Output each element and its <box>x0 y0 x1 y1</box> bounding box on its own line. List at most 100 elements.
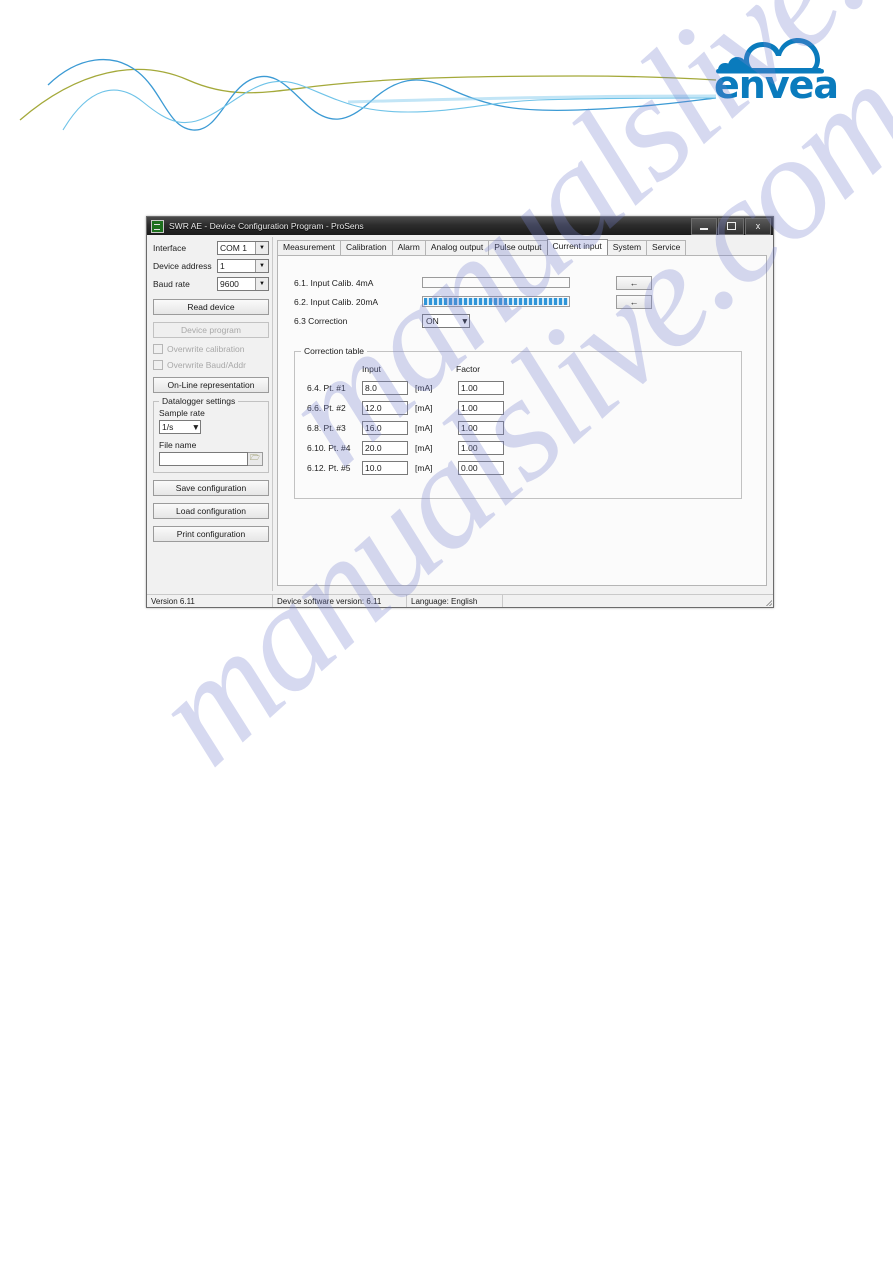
interface-label: Interface <box>153 243 187 253</box>
window-body: Interface COM 1 ▼ Device address 1 ▼ Bau… <box>147 235 773 591</box>
resize-grip-icon[interactable] <box>764 598 772 606</box>
chevron-down-icon: ▼ <box>255 278 268 290</box>
arrow-left-icon: ← <box>629 277 639 288</box>
point-1-unit: [mA] <box>415 383 433 393</box>
point-5-label: 6.12. Pt. #5 <box>307 463 351 473</box>
status-empty-cell <box>503 595 773 607</box>
table-row: 6.10. Pt. #4 20.0 [mA] 1.00 <box>307 438 741 458</box>
table-row: 6.12. Pt. #5 10.0 [mA] 0.00 <box>307 458 741 478</box>
minimize-button[interactable] <box>691 217 717 235</box>
progress-fill <box>424 298 568 305</box>
chevron-down-icon: ▼ <box>460 315 469 326</box>
point-2-label: 6.6. Pt. #2 <box>307 403 346 413</box>
baud-rate-label: Baud rate <box>153 279 190 289</box>
datalogger-settings-title: Datalogger settings <box>159 396 239 406</box>
point-5-unit: [mA] <box>415 463 433 473</box>
point-3-unit: [mA] <box>415 423 433 433</box>
baud-rate-value: 9600 <box>220 279 239 289</box>
correction-value: ON <box>426 315 439 326</box>
baud-rate-row: Baud rate 9600 ▼ <box>153 276 269 292</box>
correction-label: 6.3 Correction <box>294 315 348 326</box>
sample-rate-select[interactable]: 1/s ▼ <box>159 420 201 434</box>
interface-select[interactable]: COM 1 ▼ <box>217 241 269 255</box>
chevron-down-icon: ▼ <box>255 260 268 272</box>
device-configuration-window: SWR AE - Device Configuration Program - … <box>146 216 774 608</box>
baud-rate-select[interactable]: 9600 ▼ <box>217 277 269 291</box>
file-name-input[interactable] <box>159 452 248 466</box>
save-configuration-button[interactable]: Save configuration <box>153 480 269 496</box>
overwrite-calibration-label: Overwrite calibration <box>167 344 245 354</box>
tab-system[interactable]: System <box>606 240 648 255</box>
close-button[interactable]: x <box>745 217 771 235</box>
input-calib-4ma-progressbar <box>422 277 570 288</box>
column-header-input: Input <box>362 364 381 374</box>
device-address-label: Device address <box>153 261 212 271</box>
point-1-input-field[interactable]: 8.0 <box>362 381 408 395</box>
input-calib-20ma-row: 6.2. Input Calib. 20mA ← <box>294 293 756 310</box>
svg-text:envea: envea <box>714 63 838 102</box>
tab-alarm[interactable]: Alarm <box>391 240 426 255</box>
window-controls: x <box>691 217 771 235</box>
tab-pulse-output[interactable]: Pulse output <box>488 240 548 255</box>
page-header: envea <box>0 0 893 140</box>
online-representation-button[interactable]: On-Line representation <box>153 377 269 393</box>
correction-table-group: Correction table Input Factor 6.4. Pt. #… <box>294 346 742 499</box>
overwrite-baud-addr-checkbox[interactable]: Overwrite Baud/Addr <box>153 360 269 370</box>
correction-table-title: Correction table <box>301 346 368 356</box>
tab-current-input[interactable]: Current input <box>546 239 608 255</box>
read-device-button[interactable]: Read device <box>153 299 269 315</box>
tab-calibration[interactable]: Calibration <box>339 240 393 255</box>
point-2-factor-field[interactable]: 1.00 <box>458 401 504 415</box>
interface-row: Interface COM 1 ▼ <box>153 240 269 256</box>
status-device-software-version: Device software version: 6.11 <box>273 595 407 607</box>
input-calib-20ma-label: 6.2. Input Calib. 20mA <box>294 296 379 307</box>
left-settings-panel: Interface COM 1 ▼ Device address 1 ▼ Bau… <box>149 237 273 591</box>
right-content-panel: Measurement Calibration Alarm Analog out… <box>273 237 771 591</box>
point-2-input-field[interactable]: 12.0 <box>362 401 408 415</box>
window-title: SWR AE - Device Configuration Program - … <box>169 221 364 231</box>
correction-table-header: Input Factor <box>307 362 741 376</box>
tab-analog-output[interactable]: Analog output <box>424 240 490 255</box>
point-3-factor-field[interactable]: 1.00 <box>458 421 504 435</box>
input-calib-4ma-row: 6.1. Input Calib. 4mA ← <box>294 274 756 291</box>
table-row: 6.6. Pt. #2 12.0 [mA] 1.00 <box>307 398 741 418</box>
wave-decoration-graphic <box>19 59 717 131</box>
device-address-row: Device address 1 ▼ <box>153 258 269 274</box>
current-input-tab-panel: 6.1. Input Calib. 4mA ← 6.2. Input Calib… <box>277 256 767 586</box>
tab-measurement[interactable]: Measurement <box>277 240 341 255</box>
chevron-down-icon: ▼ <box>255 242 268 254</box>
point-4-unit: [mA] <box>415 443 433 453</box>
point-5-factor-field[interactable]: 0.00 <box>458 461 504 475</box>
tab-service[interactable]: Service <box>646 240 687 255</box>
point-2-unit: [mA] <box>415 403 433 413</box>
file-name-row: 🗁 <box>159 452 263 466</box>
device-program-button[interactable]: Device program <box>153 322 269 338</box>
status-bar: Version 6.11 Device software version: 6.… <box>147 594 773 607</box>
window-title-bar: SWR AE - Device Configuration Program - … <box>147 217 773 235</box>
load-configuration-button[interactable]: Load configuration <box>153 503 269 519</box>
point-1-factor-field[interactable]: 1.00 <box>458 381 504 395</box>
point-4-label: 6.10. Pt. #4 <box>307 443 351 453</box>
point-4-input-field[interactable]: 20.0 <box>362 441 408 455</box>
chevron-down-icon: ▼ <box>191 422 200 432</box>
correction-select[interactable]: ON ▼ <box>422 313 470 328</box>
point-5-input-field[interactable]: 10.0 <box>362 461 408 475</box>
device-address-value: 1 <box>220 261 225 271</box>
folder-icon[interactable]: 🗁 <box>248 452 263 466</box>
input-calib-20ma-apply-button[interactable]: ← <box>616 294 652 309</box>
point-1-label: 6.4. Pt. #1 <box>307 383 346 393</box>
input-calib-4ma-label: 6.1. Input Calib. 4mA <box>294 277 374 288</box>
print-configuration-button[interactable]: Print configuration <box>153 526 269 542</box>
point-3-label: 6.8. Pt. #3 <box>307 423 346 433</box>
column-header-factor: Factor <box>456 364 481 374</box>
overwrite-calibration-checkbox[interactable]: Overwrite calibration <box>153 344 269 354</box>
maximize-button[interactable] <box>718 217 744 235</box>
overwrite-baud-addr-label: Overwrite Baud/Addr <box>167 360 246 370</box>
table-row: 6.4. Pt. #1 8.0 [mA] 1.00 <box>307 378 741 398</box>
input-calib-4ma-apply-button[interactable]: ← <box>616 275 652 290</box>
point-4-factor-field[interactable]: 1.00 <box>458 441 504 455</box>
device-address-select[interactable]: 1 ▼ <box>217 259 269 273</box>
input-calib-20ma-progressbar <box>422 296 570 307</box>
sample-rate-label: Sample rate <box>159 408 205 418</box>
point-3-input-field[interactable]: 16.0 <box>362 421 408 435</box>
